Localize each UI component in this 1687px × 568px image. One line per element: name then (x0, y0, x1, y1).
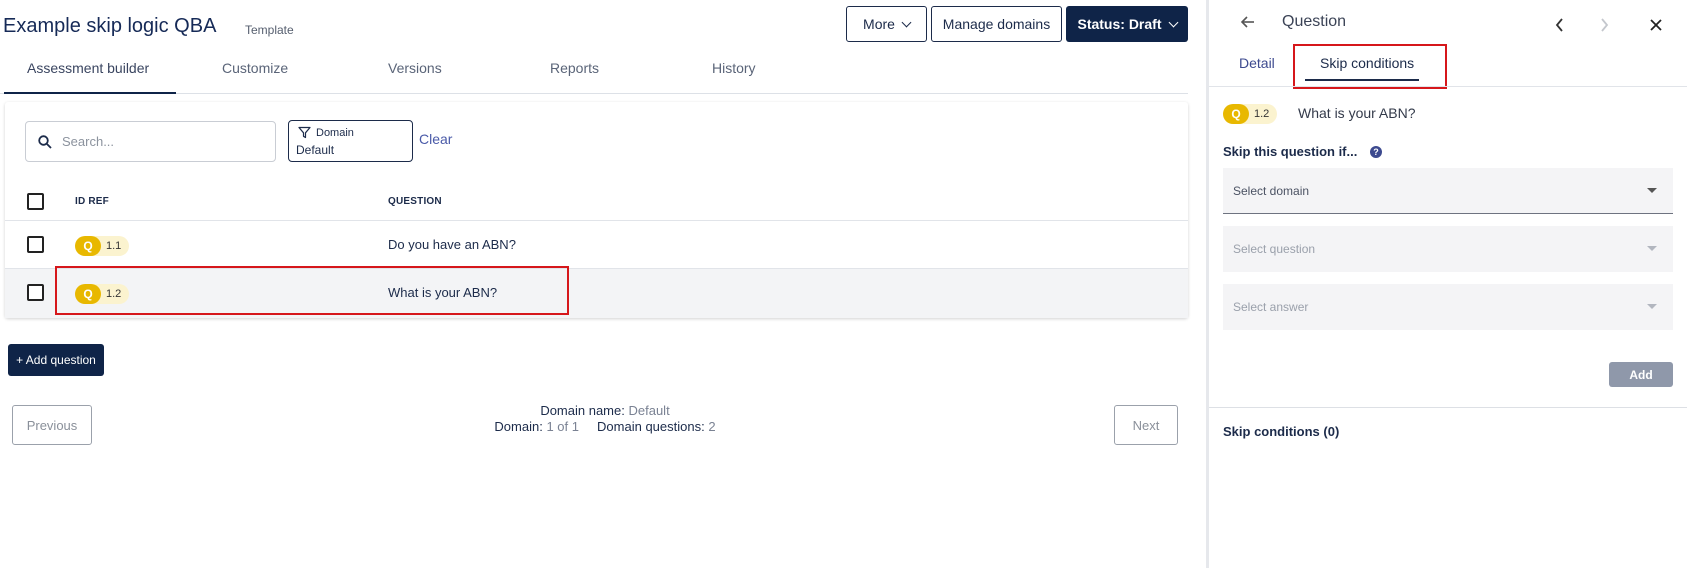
skip-conditions-count: Skip conditions (0) (1223, 424, 1340, 439)
panel-tabs-divider (1209, 86, 1687, 87)
tab-versions[interactable]: Versions (388, 60, 442, 76)
skip-condition-label: Skip this question if... (1223, 144, 1358, 159)
search-box (25, 121, 276, 162)
clear-filter-link[interactable]: Clear (419, 131, 452, 147)
close-icon[interactable] (1650, 19, 1662, 31)
select-all-checkbox[interactable] (27, 193, 44, 210)
svg-text:?: ? (1373, 147, 1379, 157)
chevron-right-icon[interactable] (1599, 18, 1609, 32)
select-answer-placeholder: Select answer (1233, 300, 1309, 314)
tab-history[interactable]: History (712, 60, 756, 76)
tab-assessment-builder[interactable]: Assessment builder (27, 60, 149, 76)
add-condition-button[interactable]: Add (1609, 362, 1673, 387)
status-label: Status: Draft (1077, 16, 1162, 32)
active-tab-indicator (4, 92, 176, 94)
question-badge: Q 1.1 (75, 236, 130, 256)
more-label: More (863, 16, 895, 32)
domain-questions-label: Domain questions: (597, 419, 705, 434)
domain-filter-label: Domain (316, 127, 354, 139)
domain-questions-value: 2 (708, 419, 716, 434)
add-question-button[interactable]: + Add question (8, 344, 104, 376)
domain-label: Domain: (494, 419, 543, 434)
select-domain-dropdown[interactable]: Select domain (1223, 168, 1673, 214)
question-badge: Q 1.2 (1223, 104, 1278, 124)
domain-value: 1 of 1 (546, 419, 579, 434)
main-tabs: Assessment builder Customize Versions Re… (0, 56, 1188, 94)
filter-icon (298, 126, 311, 139)
select-domain-placeholder: Select domain (1233, 183, 1310, 198)
domain-name-value: Default (628, 403, 670, 418)
question-type-badge: Q (75, 284, 101, 304)
question-text[interactable]: Do you have an ABN? (388, 237, 516, 252)
chevron-down-icon (1168, 17, 1178, 27)
question-type-badge: Q (75, 236, 101, 256)
template-tag: Template (245, 23, 294, 37)
page-title: Example skip logic QBA (3, 15, 217, 37)
select-question-placeholder: Select question (1233, 242, 1316, 256)
row-checkbox[interactable] (27, 236, 44, 253)
status-button[interactable]: Status: Draft (1066, 6, 1188, 42)
selected-row-highlight (55, 266, 569, 315)
domain-filter-value: Default (296, 143, 335, 157)
domain-filter[interactable]: Domain Default (288, 120, 413, 162)
manage-domains-button[interactable]: Manage domains (931, 6, 1062, 42)
chevron-down-icon (901, 17, 912, 27)
domain-name-label: Domain name: (540, 403, 625, 418)
chevron-left-icon[interactable] (1555, 18, 1565, 32)
column-header-id-ref: ID REF (75, 196, 109, 207)
manage-domains-label: Manage domains (942, 16, 1051, 32)
previous-button[interactable]: Previous (12, 405, 92, 445)
tab-detail[interactable]: Detail (1239, 55, 1275, 71)
panel-title: Question (1282, 13, 1347, 30)
skip-tab-highlight (1293, 44, 1447, 89)
question-panel: Question Detail Skip conditions Q 1.2 Wh… (1209, 0, 1687, 568)
caret-down-icon (1647, 188, 1657, 193)
assessment-main: Example skip logic QBA Template More Man… (0, 0, 1206, 568)
select-question-dropdown[interactable]: Select question (1223, 226, 1673, 272)
caret-down-icon (1647, 246, 1657, 251)
more-button[interactable]: More (846, 6, 927, 42)
caret-down-icon (1647, 304, 1657, 309)
tab-customize[interactable]: Customize (222, 60, 288, 76)
domain-count-line: Domain: 1 of 1 Domain questions: 2 (440, 419, 770, 435)
tab-reports[interactable]: Reports (550, 60, 599, 76)
help-icon[interactable]: ? (1370, 146, 1382, 158)
header-divider (5, 220, 1188, 221)
back-arrow-icon[interactable] (1240, 14, 1256, 30)
search-input[interactable] (62, 134, 262, 149)
question-type-badge: Q (1223, 104, 1249, 124)
select-answer-dropdown[interactable]: Select answer (1223, 284, 1673, 330)
next-button[interactable]: Next (1114, 405, 1178, 445)
panel-question-text: What is your ABN? (1298, 105, 1416, 121)
row-checkbox[interactable] (27, 284, 44, 301)
panel-section-divider (1209, 407, 1687, 408)
domain-name-line: Domain name: Default (440, 403, 770, 419)
domain-info: Domain name: Default Domain: 1 of 1 Doma… (440, 403, 770, 435)
search-icon (38, 134, 52, 149)
column-header-question: QUESTION (388, 196, 442, 207)
